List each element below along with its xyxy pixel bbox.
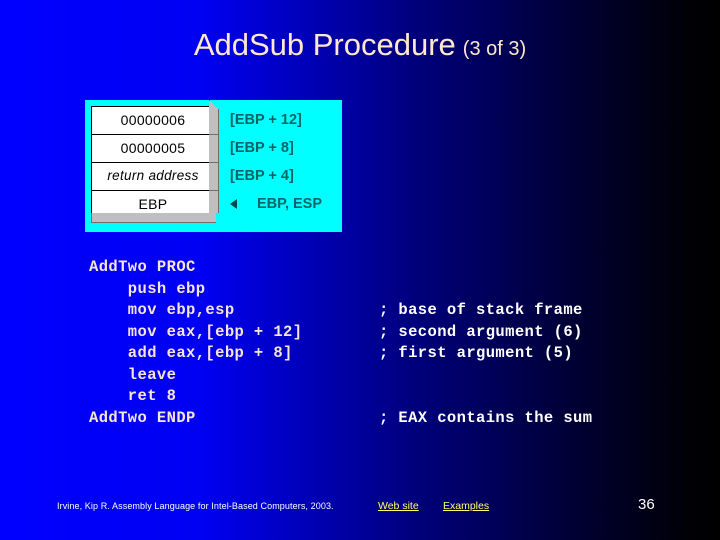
code-line-text: AddTwo PROC bbox=[89, 258, 196, 276]
stack-frame-diagram: 00000006 00000005 return address EBP [EB… bbox=[85, 100, 342, 232]
code-line-text: mov ebp,esp bbox=[89, 301, 235, 319]
code-line-text: AddTwo ENDP bbox=[89, 408, 196, 427]
stack-offset-label-group: [EBP + 12] [EBP + 8] [EBP + 4] EBP, ESP bbox=[230, 106, 342, 218]
code-line-text: mov eax,[ebp + 12] bbox=[89, 322, 303, 341]
stack-register-pointer-row: EBP, ESP bbox=[230, 190, 342, 218]
stack-offset-label: [EBP + 4] bbox=[230, 168, 294, 184]
code-line-comment: ; base of stack frame bbox=[379, 301, 583, 319]
stack-cell: return address bbox=[91, 162, 215, 190]
code-listing: AddTwo PROC push ebp mov ebp,esp ; base … bbox=[89, 257, 649, 429]
code-line-text: add eax,[ebp + 8] bbox=[89, 344, 293, 362]
code-line: leave bbox=[89, 365, 649, 387]
code-line-text: push ebp bbox=[89, 279, 206, 298]
page-number: 36 bbox=[638, 496, 655, 513]
slide-canvas: AddSub Procedure (3 of 3) 00000006 000000… bbox=[0, 0, 720, 540]
left-triangle-icon bbox=[230, 199, 237, 209]
examples-link[interactable]: Examples bbox=[443, 500, 489, 512]
slide-footer: Irvine, Kip R. Assembly Language for Int… bbox=[0, 498, 720, 522]
stack-extrusion-bevel bbox=[209, 100, 218, 109]
stack-extrusion-seam bbox=[209, 190, 219, 191]
code-line-text: ret 8 bbox=[89, 387, 177, 405]
stack-cell-group: 00000006 00000005 return address EBP bbox=[91, 106, 215, 219]
code-line-text: leave bbox=[89, 365, 177, 384]
code-line: mov ebp,esp ; base of stack frame bbox=[89, 300, 649, 322]
web-site-link[interactable]: Web site bbox=[378, 500, 419, 512]
citation-text: Irvine, Kip R. Assembly Language for Int… bbox=[57, 501, 334, 511]
stack-cell: 00000005 bbox=[91, 134, 215, 162]
stack-offset-label: [EBP + 12] bbox=[230, 112, 302, 128]
code-line-comment: ; EAX contains the sum bbox=[379, 408, 593, 427]
code-line: mov eax,[ebp + 12] ; second argument (6) bbox=[89, 322, 649, 344]
page-title: AddSub Procedure (3 of 3) bbox=[0, 27, 720, 63]
code-line-comment: ; first argument (5) bbox=[379, 344, 574, 362]
code-line: ret 8 bbox=[89, 386, 649, 408]
code-line: AddTwo PROC bbox=[89, 257, 649, 279]
code-line: add eax,[ebp + 8] ; first argument (5) bbox=[89, 343, 649, 365]
code-line: AddTwo ENDP ; EAX contains the sum bbox=[89, 408, 649, 430]
page-title-main: AddSub Procedure bbox=[193, 27, 456, 62]
code-line: push ebp bbox=[89, 279, 649, 301]
stack-extrusion-right bbox=[209, 109, 219, 213]
stack-cell: 00000006 bbox=[91, 106, 215, 134]
stack-extrusion-seam bbox=[209, 162, 219, 163]
stack-extrusion-seam bbox=[209, 134, 219, 135]
page-title-subtitle: (3 of 3) bbox=[462, 38, 527, 60]
stack-offset-label: [EBP + 8] bbox=[230, 140, 294, 156]
code-line-comment: ; second argument (6) bbox=[379, 322, 583, 341]
stack-extrusion-bottom bbox=[91, 213, 216, 223]
stack-register-label: EBP, ESP bbox=[257, 196, 323, 212]
